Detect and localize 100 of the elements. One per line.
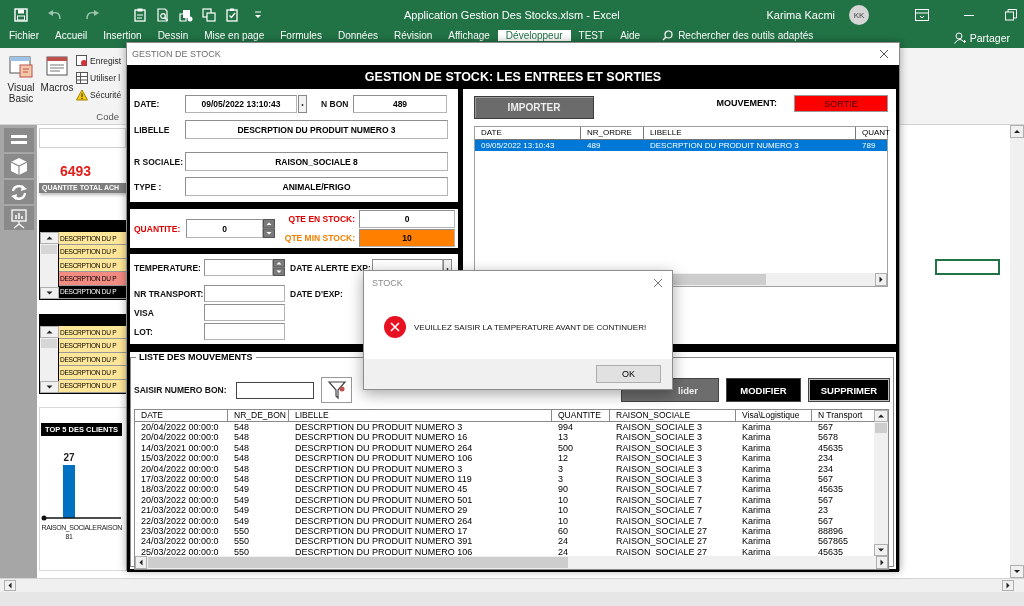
close-icon[interactable] <box>653 278 663 288</box>
text-field[interactable]: RAISON_SOCIALE 8 <box>185 152 448 171</box>
ribbon-display-icon[interactable] <box>915 9 929 21</box>
ribbon-tab[interactable]: Accueil <box>47 30 96 41</box>
scroll-right-button[interactable] <box>1002 580 1014 591</box>
document-icon[interactable] <box>179 8 193 22</box>
table-cell-text: 549 <box>233 515 251 526</box>
input-field[interactable] <box>204 285 285 302</box>
copy-icon[interactable] <box>202 8 216 22</box>
table-cell-text: 550 <box>233 525 251 537</box>
user-name: Karima Kacmi <box>766 9 835 21</box>
field-label: MOUVEMENT: <box>716 98 777 108</box>
table-cell-text: 994 <box>557 422 575 433</box>
text-field[interactable]: 0 <box>359 210 455 228</box>
ribbon-tab[interactable]: Insertion <box>95 30 150 41</box>
text-field[interactable]: ANIMALE/FRIGO <box>185 177 448 196</box>
table-cell-text: 10 <box>557 505 569 516</box>
table-cell-text: Karima <box>741 453 772 464</box>
user-avatar[interactable]: KK <box>849 5 869 25</box>
table-cell-text: 567 <box>817 515 835 526</box>
dialog-title: STOCK <box>372 278 403 288</box>
presentation-chart-icon[interactable] <box>3 206 34 230</box>
ribbon-button[interactable]: Utiliser l <box>76 72 122 84</box>
column-header: LIBELLE <box>644 127 856 139</box>
scroll-right-button[interactable] <box>875 273 887 286</box>
ribbon-tab[interactable]: TEST <box>570 30 613 41</box>
text-field[interactable]: DESCRPTION DU PRODUIT NUMERO 3 <box>185 120 448 139</box>
ribbon-tab[interactable]: Données <box>329 30 386 41</box>
action-button[interactable]: SUPPRIMER <box>808 378 890 402</box>
ribbon-tab[interactable]: Formules <box>272 30 330 41</box>
window-title: GESTION DE STOCK <box>132 49 221 59</box>
checklist-icon[interactable] <box>225 8 239 22</box>
list-row[interactable]: 09/05/2022 13:10:43 489 DESCRPTION DU PRODUIT NUMERO 3 789 <box>475 140 887 151</box>
table-cell-text: RAISON_SOCIALE 7 <box>615 494 704 506</box>
text-field[interactable]: SORTIE <box>794 95 888 112</box>
ribbon-button[interactable]: Macros <box>40 53 74 111</box>
spin-button[interactable] <box>263 219 275 238</box>
refresh-icon[interactable] <box>3 180 34 204</box>
table-cell-text: DESCRPTION DU PRODUIT NUMERO 106 <box>294 453 474 464</box>
dropdown-button[interactable] <box>298 95 307 113</box>
redo-icon[interactable] <box>84 9 100 21</box>
table-cell-text: 14/03/2021 00:00:0 <box>140 442 220 454</box>
page-magnifier-icon[interactable] <box>156 8 170 22</box>
table-cell-text: 549 <box>233 494 251 506</box>
table-cell-text: 21/03/2022 00:00:0 <box>140 505 220 516</box>
undo-icon[interactable] <box>47 9 63 21</box>
field-label: R SOCIALE: <box>134 156 185 167</box>
scroll-right-button[interactable] <box>876 556 888 569</box>
table-cell-text: 25/03/2022 00:00:0 <box>140 546 220 556</box>
table-cell-text: 549 <box>233 484 251 495</box>
scroll-thumb <box>41 339 57 348</box>
ribbon-button[interactable]: Visual Basic <box>4 53 38 111</box>
ribbon-tab[interactable]: Développeur <box>497 30 571 41</box>
input-field[interactable] <box>236 381 314 399</box>
spin-button[interactable] <box>273 259 285 276</box>
ok-button[interactable]: OK <box>596 365 661 383</box>
ribbon-tab[interactable]: Aide <box>612 30 649 41</box>
share-button[interactable]: Partager <box>953 30 1010 44</box>
table-cell-text: 20/04/2022 00:00:0 <box>140 422 220 433</box>
close-icon[interactable] <box>879 49 889 59</box>
ribbon-tab[interactable]: Fichier <box>1 30 47 41</box>
input-field[interactable] <box>204 259 273 276</box>
table-cell-text: DESCRPTION DU PRODUIT NUMERO 106 <box>294 546 474 556</box>
scroll-left-button[interactable] <box>4 580 16 591</box>
ribbon-button[interactable]: Sécurité <box>76 89 122 101</box>
input-field[interactable] <box>204 323 285 340</box>
table-cell-text: 45635 <box>817 484 845 495</box>
table-cell-text: RAISON_SOCIALE 7 <box>615 515 704 526</box>
import-button[interactable]: IMPORTER <box>474 96 594 119</box>
table-cell-text: Karima <box>741 505 772 516</box>
restore-icon[interactable] <box>1005 9 1017 21</box>
table-cell-text: 13 <box>557 432 569 443</box>
text-field[interactable]: 10 <box>359 229 455 247</box>
ribbon-button[interactable]: Enregist <box>76 55 122 67</box>
text-field[interactable]: 09/05/2022 13:10:43 <box>185 95 297 113</box>
ribbon-tab[interactable]: Affichage <box>440 30 498 41</box>
table-cell-text: 20/04/2022 00:00:0 <box>140 432 220 443</box>
table-cell-text: 234 <box>817 453 835 464</box>
cube-icon[interactable] <box>3 154 34 178</box>
table-cell-text: DESCRPTION DU PRODUIT NUMERO 264 <box>294 515 474 526</box>
scroll-up-button[interactable] <box>874 410 888 422</box>
search-box[interactable]: Rechercher des outils adaptés <box>662 30 814 41</box>
menu-icon[interactable] <box>3 128 34 152</box>
macro-list-icon <box>44 53 70 79</box>
table-cell-text: DESCRPTION DU PRODUIT NUMERO 17 <box>294 525 469 537</box>
action-button[interactable]: MODIFIER <box>726 378 801 402</box>
filter-button[interactable] <box>321 377 352 403</box>
scroll-up-button[interactable] <box>1010 125 1024 138</box>
text-field[interactable]: 489 <box>353 95 447 113</box>
input-field[interactable] <box>204 304 285 321</box>
scroll-down-button[interactable] <box>874 544 888 556</box>
ribbon-tab[interactable]: Mise en page <box>196 30 273 41</box>
save-icon[interactable] <box>14 8 28 22</box>
ribbon-tab[interactable]: Dessin <box>149 30 197 41</box>
scroll-left-button[interactable] <box>135 556 147 569</box>
clipboard-icon[interactable] <box>133 8 147 22</box>
ribbon-tab[interactable]: Révision <box>385 30 441 41</box>
scroll-down-button[interactable] <box>1010 565 1024 578</box>
dropdown-icon[interactable] <box>254 10 262 20</box>
text-field[interactable]: 0 <box>186 219 263 238</box>
